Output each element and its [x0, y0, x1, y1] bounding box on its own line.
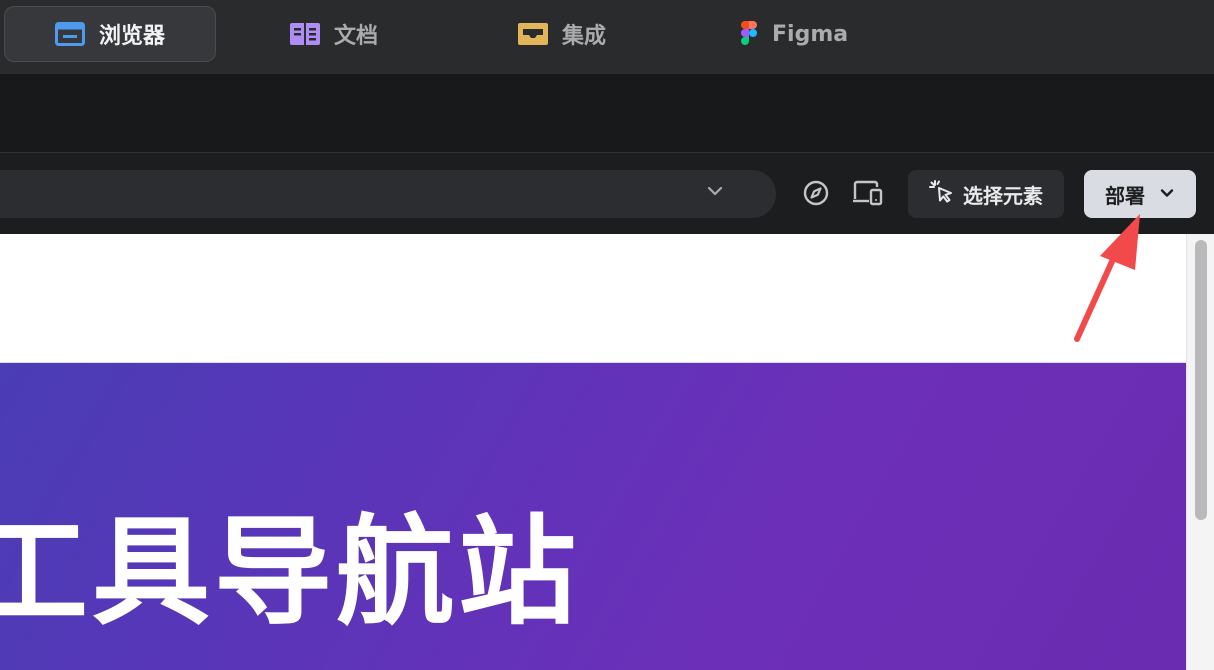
- integration-tray-icon: [518, 22, 548, 46]
- browser-window-icon: [54, 22, 85, 46]
- browser-viewport: 工具导航站: [0, 234, 1214, 670]
- deploy-label: 部署: [1105, 183, 1145, 208]
- tab-label: 文档: [334, 24, 379, 49]
- tab-label: 浏览器: [98, 24, 165, 49]
- url-bar[interactable]: [0, 170, 776, 218]
- hero-banner: 工具导航站: [0, 363, 1186, 670]
- tab-integrations[interactable]: 集成: [518, 6, 606, 62]
- tab-figma[interactable]: Figma: [740, 6, 848, 62]
- chevron-down-icon[interactable]: [706, 182, 724, 204]
- compass-icon[interactable]: [800, 177, 832, 209]
- page-header: [0, 234, 1186, 363]
- deploy-button[interactable]: 部署: [1084, 170, 1196, 218]
- document-book-icon: [290, 22, 320, 46]
- tab-docs[interactable]: 文档: [290, 6, 378, 62]
- chevron-down-icon: [1159, 182, 1175, 206]
- secondary-bar: [0, 74, 1214, 153]
- browser-toolbar: 选择元素 部署: [0, 153, 1214, 234]
- tab-browser[interactable]: 浏览器: [4, 6, 216, 62]
- scrollbar[interactable]: [1186, 234, 1214, 670]
- tab-label: 集成: [562, 24, 607, 49]
- tab-bar: 浏览器 文档 集成 Figma: [0, 0, 1214, 74]
- cursor-click-icon: [929, 179, 955, 210]
- tab-label: Figma: [772, 21, 849, 47]
- responsive-device-icon[interactable]: [852, 177, 884, 209]
- select-element-label: 选择元素: [963, 183, 1043, 208]
- hero-title: 工具导航站: [0, 503, 581, 641]
- select-element-button[interactable]: 选择元素: [908, 170, 1064, 218]
- figma-icon: [740, 21, 758, 47]
- scrollbar-thumb[interactable]: [1195, 240, 1207, 520]
